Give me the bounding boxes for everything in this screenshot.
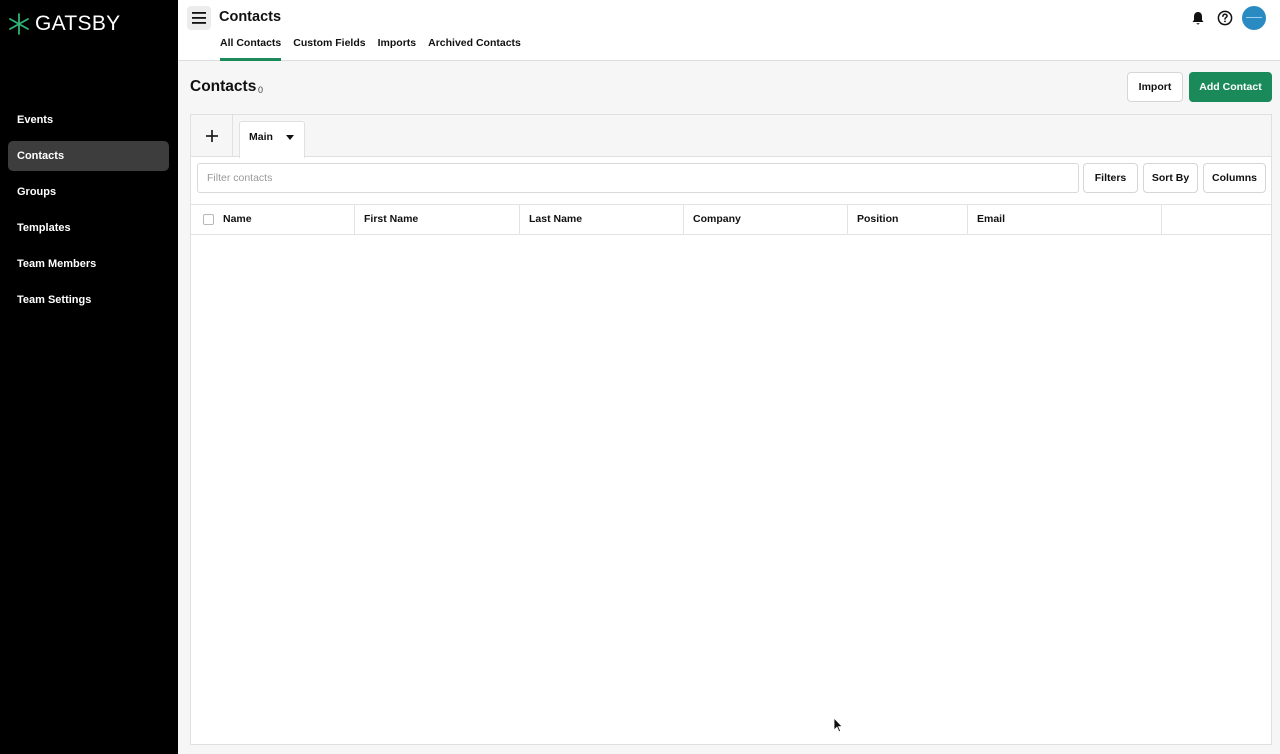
help-button[interactable] [1216,9,1234,27]
add-view-button[interactable] [191,115,233,157]
sidebar-item-team-settings[interactable]: Team Settings [8,285,169,315]
notifications-button[interactable] [1189,9,1207,27]
column-header-position[interactable]: Position [848,205,968,234]
view-tab-label: Main [249,131,273,143]
tab-imports[interactable]: Imports [378,0,417,61]
user-avatar[interactable] [1242,6,1266,30]
main-content: Contacts 0 Import Add Contact Main Filte… [178,61,1280,754]
add-contact-button[interactable]: Add Contact [1189,72,1272,102]
sidebar-item-groups[interactable]: Groups [8,177,169,207]
column-header-extra[interactable] [1162,205,1271,234]
column-header-name[interactable]: Name [191,205,355,234]
column-header-last-name[interactable]: Last Name [520,205,684,234]
sidebar-item-templates[interactable]: Templates [8,213,169,243]
plus-icon [205,130,218,142]
top-header: Contacts All Contacts Custom Fields Impo… [178,0,1280,61]
sort-by-button[interactable]: Sort By [1143,163,1198,193]
bell-icon [1192,11,1204,25]
help-icon [1217,10,1233,26]
section-title: Contacts [190,78,257,95]
sidebar-nav: Events Contacts Groups Templates Team Me… [8,105,169,321]
sidebar-item-events[interactable]: Events [8,105,169,135]
sidebar-item-team-members[interactable]: Team Members [8,249,169,279]
contacts-panel: Main Filters Sort By Columns Name First … [190,114,1272,745]
tab-all-contacts[interactable]: All Contacts [220,0,282,61]
column-header-company[interactable]: Company [684,205,848,234]
columns-button[interactable]: Columns [1203,163,1266,193]
tab-custom-fields[interactable]: Custom Fields [293,0,365,61]
view-tab-main[interactable]: Main [239,121,305,158]
column-header-email[interactable]: Email [968,205,1162,234]
header-tabs: All Contacts Custom Fields Imports Archi… [220,0,533,61]
tab-archived-contacts[interactable]: Archived Contacts [428,0,521,61]
column-header-first-name[interactable]: First Name [355,205,520,234]
hamburger-menu-button[interactable] [187,6,211,30]
sidebar: GATSBY Events Contacts Groups Templates … [0,0,178,754]
header-actions [1180,6,1266,30]
select-all-checkbox[interactable] [203,214,214,225]
contacts-count: 0 [258,85,264,95]
import-button[interactable]: Import [1127,72,1183,102]
brand-name: GATSBY [35,12,121,35]
gatsby-star-icon [9,13,29,35]
sidebar-item-contacts[interactable]: Contacts [8,141,169,171]
table-header: Name First Name Last Name Company Positi… [191,204,1271,235]
brand-logo[interactable]: GATSBY [8,12,120,36]
caret-down-icon[interactable] [286,135,294,140]
filters-button[interactable]: Filters [1083,163,1138,193]
filter-contacts-input[interactable] [197,163,1079,193]
view-tabs-bar: Main [191,115,1271,158]
hamburger-icon [192,12,206,24]
mouse-cursor-icon [833,717,843,733]
